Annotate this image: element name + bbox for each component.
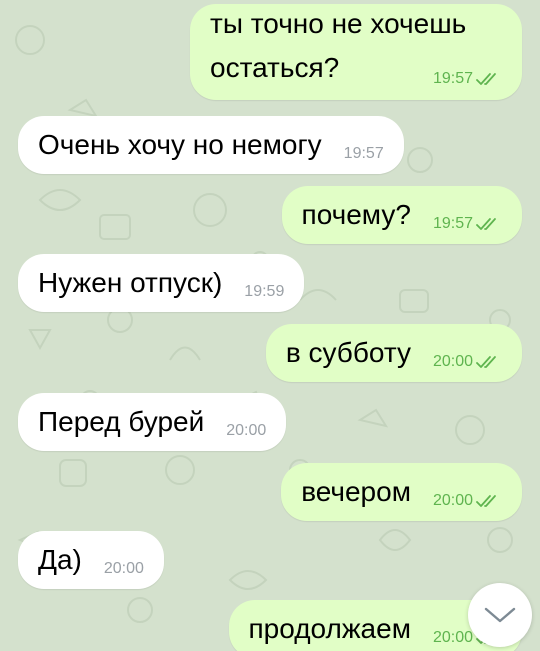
- message-text: ты точно не хочешь остаться?: [210, 2, 466, 90]
- message-meta: 20:00: [433, 353, 502, 371]
- message-outgoing[interactable]: почему? 19:57: [281, 186, 522, 244]
- message-time: 20:00: [432, 353, 473, 370]
- message-text: Перед бурей: [38, 405, 205, 437]
- message-text: в субботу: [285, 336, 411, 368]
- message-outgoing[interactable]: ты точно не хочешь остаться? 19:57: [190, 4, 522, 100]
- message-time: 19:57: [432, 215, 473, 232]
- message-time: 19:57: [432, 70, 473, 87]
- message-meta: 20:00: [226, 422, 266, 440]
- message-meta: 20:00: [433, 492, 502, 510]
- double-check-icon: [476, 495, 496, 507]
- message-incoming[interactable]: Перед бурей 20:00: [18, 393, 287, 451]
- message-incoming[interactable]: Очень хочу но немогу 19:57: [18, 116, 404, 174]
- message-text: Очень хочу но немогу: [38, 128, 322, 160]
- message-meta: 19:57: [344, 145, 384, 163]
- message-time: 20:00: [432, 629, 473, 646]
- message-outgoing[interactable]: в субботу 20:00: [265, 324, 522, 382]
- message-time: 20:00: [103, 560, 144, 577]
- double-check-icon: [476, 218, 496, 230]
- message-time: 20:00: [432, 492, 473, 509]
- scroll-to-bottom-button[interactable]: [468, 583, 532, 647]
- message-text-line: ты точно не хочешь: [210, 8, 467, 39]
- double-check-icon: [476, 73, 496, 85]
- message-meta: 19:57: [433, 70, 502, 88]
- message-meta: 20:00: [104, 560, 144, 578]
- message-text: Да): [38, 543, 82, 575]
- message-text: Нужен отпуск): [38, 266, 223, 298]
- message-meta: 19:59: [244, 283, 284, 301]
- message-text: почему?: [301, 198, 411, 230]
- chat-area: ты точно не хочешь остаться? 19:57 Очень…: [0, 0, 540, 651]
- message-incoming[interactable]: Нужен отпуск) 19:59: [18, 254, 305, 312]
- message-outgoing[interactable]: вечером 20:00: [281, 463, 522, 521]
- message-time: 20:00: [226, 422, 267, 439]
- message-time: 19:59: [244, 283, 285, 300]
- message-incoming[interactable]: Да) 20:00: [18, 531, 164, 589]
- message-text: продолжаем: [248, 612, 411, 644]
- message-time: 19:57: [343, 145, 384, 162]
- double-check-icon: [476, 356, 496, 368]
- message-text-line: остаться?: [210, 52, 340, 83]
- message-meta: 19:57: [433, 215, 502, 233]
- message-text: вечером: [301, 475, 411, 507]
- chevron-down-icon: [484, 607, 516, 623]
